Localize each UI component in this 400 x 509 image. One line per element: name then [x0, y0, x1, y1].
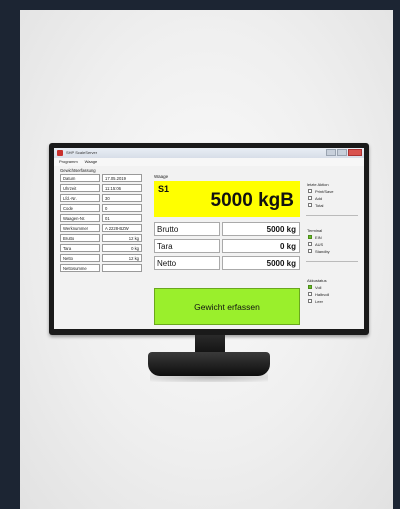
- field-label: Waagen-Nr.: [60, 214, 100, 222]
- status-checkbox[interactable]: [308, 292, 312, 296]
- status-checkbox[interactable]: [308, 189, 312, 193]
- status-label: EIN: [315, 234, 322, 240]
- field-value: 30: [102, 194, 142, 202]
- status-label: Halbvoll: [315, 291, 330, 297]
- status-label: AUS: [315, 241, 324, 247]
- field-value: A 2228-BZW: [102, 224, 142, 232]
- field-value: 17.05.2019: [102, 174, 142, 182]
- field-value: 0 kg: [102, 244, 142, 252]
- field-value: 01: [102, 214, 142, 222]
- field-label: Netto: [60, 254, 100, 262]
- window-controls: [326, 149, 362, 156]
- status-checkbox[interactable]: [308, 242, 312, 246]
- window-titlebar: SHP ScaleServer: [54, 148, 364, 158]
- waage-label: Waage: [154, 174, 169, 179]
- field-label: Datum: [60, 174, 100, 182]
- field-value: 11:15:06: [102, 184, 142, 192]
- monitor-stand-base: [148, 352, 270, 376]
- status-label: Voll: [315, 284, 322, 290]
- status-label: Leer: [315, 298, 324, 304]
- divider: [306, 215, 358, 216]
- main-row-label: Netto: [154, 256, 220, 270]
- scale-name: S1: [158, 184, 170, 194]
- main-row-value: 0 kg: [222, 239, 300, 253]
- status-checkbox[interactable]: [308, 196, 312, 200]
- status-checkbox[interactable]: [308, 299, 312, 303]
- weight-display: S1 5000 kgB: [154, 181, 300, 217]
- field-label: Lfd.-Nr.: [60, 194, 100, 202]
- maximize-button[interactable]: [337, 149, 347, 156]
- menu-item-programm[interactable]: Programm: [59, 158, 78, 166]
- main-row-brutto: Brutto 5000 kg: [154, 222, 300, 236]
- field-label: Code: [60, 204, 100, 212]
- main-row-value: 5000 kg: [222, 256, 300, 270]
- status-checkbox[interactable]: [308, 285, 312, 289]
- field-value: 0: [102, 204, 142, 212]
- field-label: Werknummer: [60, 224, 100, 232]
- status-checkbox[interactable]: [308, 249, 312, 253]
- monitor-screen: SHP ScaleServer Programm Waage Gewichtse…: [54, 148, 364, 329]
- main-row-label: Brutto: [154, 222, 220, 236]
- left-group-title: Gewichtserfassung: [60, 168, 96, 173]
- divider: [306, 261, 358, 262]
- field-label: Uhrzeit: [60, 184, 100, 192]
- last-action-title: letzte Aktion: [307, 182, 329, 187]
- monitor: SHP ScaleServer Programm Waage Gewichtse…: [49, 143, 369, 335]
- main-row-value: 5000 kg: [222, 222, 300, 236]
- menu-item-waage[interactable]: Waage: [85, 158, 98, 166]
- status-label: Add: [315, 195, 323, 201]
- status-checkbox[interactable]: [308, 235, 312, 239]
- field-label: Tara: [60, 244, 100, 252]
- field-value: 12 kg: [102, 254, 142, 262]
- main-row-label: Tara: [154, 239, 220, 253]
- field-label: Nettosumme: [60, 264, 100, 272]
- big-weight-value: 5000 kgB: [210, 190, 294, 211]
- field-value: [102, 264, 142, 272]
- main-row-netto: Netto 5000 kg: [154, 256, 300, 270]
- status-label: Total: [315, 202, 324, 208]
- close-button[interactable]: [348, 149, 362, 156]
- minimize-button[interactable]: [326, 149, 336, 156]
- status-checkbox[interactable]: [308, 203, 312, 207]
- terminal-title: Terminal: [307, 228, 323, 233]
- main-row-tara: Tara 0 kg: [154, 239, 300, 253]
- status-label: Print/Save: [315, 188, 334, 194]
- window-title: SHP ScaleServer: [66, 150, 98, 155]
- status-label: Standby: [315, 248, 330, 254]
- field-label: Brutto: [60, 234, 100, 242]
- app-icon: [57, 150, 63, 156]
- menubar: Programm Waage: [54, 158, 364, 166]
- battery-title: Akkustatus: [307, 278, 327, 283]
- capture-weight-button[interactable]: Gewicht erfassen: [154, 288, 300, 325]
- field-value: 12 kg: [102, 234, 142, 242]
